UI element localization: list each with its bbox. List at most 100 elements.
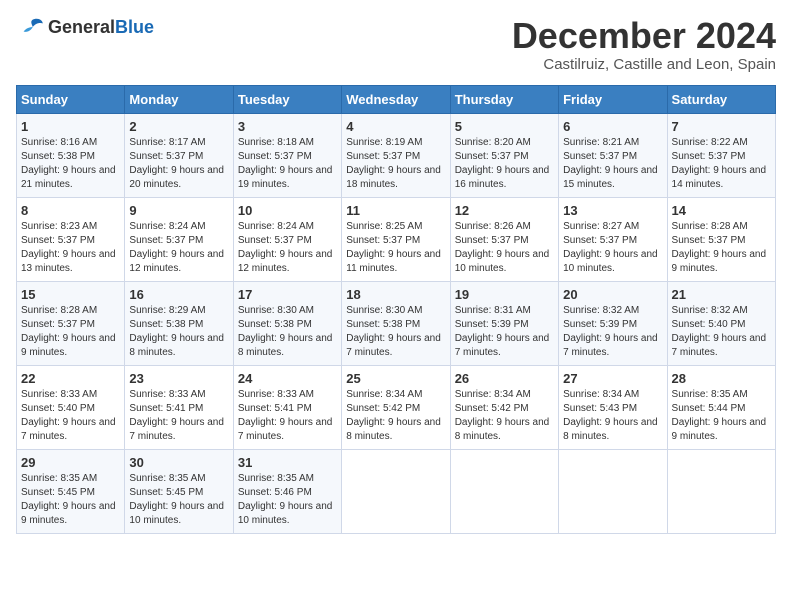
day-number: 30 <box>129 455 228 470</box>
day-info: Sunrise: 8:21 AMSunset: 5:37 PMDaylight:… <box>563 136 662 192</box>
day-cell: 8Sunrise: 8:23 AMSunset: 5:37 PMDaylight… <box>17 197 125 281</box>
day-cell <box>342 449 450 533</box>
day-number: 4 <box>346 119 445 134</box>
day-info: Sunrise: 8:28 AMSunset: 5:37 PMDaylight:… <box>672 220 771 276</box>
day-number: 13 <box>563 203 662 218</box>
day-number: 17 <box>238 287 337 302</box>
day-cell: 10 Sunrise: 8:24 AMSunset: 5:37 PMDayligh… <box>233 197 341 281</box>
day-number: 23 <box>129 371 228 386</box>
logo: GeneralBlue <box>16 16 154 38</box>
day-cell: 16 Sunrise: 8:29 AMSunset: 5:38 PMDayligh… <box>125 281 233 365</box>
day-number: 15 <box>21 287 120 302</box>
day-number: 12 <box>455 203 554 218</box>
day-cell: 4Sunrise: 8:19 AMSunset: 5:37 PMDaylight… <box>342 113 450 197</box>
day-number: 16 <box>129 287 228 302</box>
day-cell: 2 Sunrise: 8:17 AMSunset: 5:37 PMDaylight… <box>125 113 233 197</box>
day-cell: 29 Sunrise: 8:35 AMSunset: 5:45 PMDayligh… <box>17 449 125 533</box>
day-cell: 3 Sunrise: 8:18 AMSunset: 5:37 PMDaylight… <box>233 113 341 197</box>
day-cell <box>559 449 667 533</box>
day-info: Sunrise: 8:29 AMSunset: 5:38 PMDaylight:… <box>129 304 228 360</box>
day-cell: 19 Sunrise: 8:31 AMSunset: 5:39 PMDayligh… <box>450 281 558 365</box>
day-cell: 15 Sunrise: 8:28 AMSunset: 5:37 PMDayligh… <box>17 281 125 365</box>
day-cell: 17 Sunrise: 8:30 AMSunset: 5:38 PMDayligh… <box>233 281 341 365</box>
day-number: 5 <box>455 119 554 134</box>
day-number: 6 <box>563 119 662 134</box>
month-title: December 2024 <box>512 16 776 56</box>
day-number: 28 <box>672 371 771 386</box>
day-info: Sunrise: 8:25 AMSunset: 5:37 PMDaylight:… <box>346 220 445 276</box>
day-info: Sunrise: 8:35 AMSunset: 5:45 PMDaylight:… <box>21 472 120 528</box>
day-number: 10 <box>238 203 337 218</box>
day-number: 20 <box>563 287 662 302</box>
day-number: 14 <box>672 203 771 218</box>
day-info: Sunrise: 8:31 AMSunset: 5:39 PMDaylight:… <box>455 304 554 360</box>
day-info: Sunrise: 8:34 AMSunset: 5:42 PMDaylight:… <box>455 388 554 444</box>
week-row-3: 15 Sunrise: 8:28 AMSunset: 5:37 PMDayligh… <box>17 281 776 365</box>
day-info: Sunrise: 8:35 AMSunset: 5:46 PMDaylight:… <box>238 472 337 528</box>
day-number: 1 <box>21 119 120 134</box>
day-number: 2 <box>129 119 228 134</box>
col-header-tuesday: Tuesday <box>233 85 341 113</box>
day-info: Sunrise: 8:26 AMSunset: 5:37 PMDaylight:… <box>455 220 554 276</box>
day-cell <box>450 449 558 533</box>
day-cell: 30Sunrise: 8:35 AMSunset: 5:45 PMDayligh… <box>125 449 233 533</box>
location-title: Castilruiz, Castille and Leon, Spain <box>512 56 776 73</box>
day-cell: 14 Sunrise: 8:28 AMSunset: 5:37 PMDayligh… <box>667 197 775 281</box>
logo-bird-icon <box>16 16 44 38</box>
day-info: Sunrise: 8:32 AMSunset: 5:40 PMDaylight:… <box>672 304 771 360</box>
day-cell: 25Sunrise: 8:34 AMSunset: 5:42 PMDayligh… <box>342 365 450 449</box>
day-number: 21 <box>672 287 771 302</box>
day-number: 27 <box>563 371 662 386</box>
day-number: 29 <box>21 455 120 470</box>
calendar-table: SundayMondayTuesdayWednesdayThursdayFrid… <box>16 85 776 534</box>
day-info: Sunrise: 8:28 AMSunset: 5:37 PMDaylight:… <box>21 304 120 360</box>
day-cell: 11Sunrise: 8:25 AMSunset: 5:37 PMDayligh… <box>342 197 450 281</box>
col-header-saturday: Saturday <box>667 85 775 113</box>
logo-blue: Blue <box>115 17 154 37</box>
day-cell: 1Sunrise: 8:16 AMSunset: 5:38 PMDaylight… <box>17 113 125 197</box>
col-header-monday: Monday <box>125 85 233 113</box>
day-cell: 9 Sunrise: 8:24 AMSunset: 5:37 PMDaylight… <box>125 197 233 281</box>
day-cell: 20Sunrise: 8:32 AMSunset: 5:39 PMDayligh… <box>559 281 667 365</box>
day-info: Sunrise: 8:30 AMSunset: 5:38 PMDaylight:… <box>346 304 445 360</box>
col-header-friday: Friday <box>559 85 667 113</box>
day-info: Sunrise: 8:24 AMSunset: 5:37 PMDaylight:… <box>238 220 337 276</box>
day-cell: 24Sunrise: 8:33 AMSunset: 5:41 PMDayligh… <box>233 365 341 449</box>
day-number: 24 <box>238 371 337 386</box>
day-info: Sunrise: 8:24 AMSunset: 5:37 PMDaylight:… <box>129 220 228 276</box>
day-info: Sunrise: 8:33 AMSunset: 5:40 PMDaylight:… <box>21 388 120 444</box>
logo-general: General <box>48 17 115 37</box>
day-number: 25 <box>346 371 445 386</box>
title-area: December 2024 Castilruiz, Castille and L… <box>512 16 776 73</box>
day-cell: 22Sunrise: 8:33 AMSunset: 5:40 PMDayligh… <box>17 365 125 449</box>
day-number: 26 <box>455 371 554 386</box>
day-number: 31 <box>238 455 337 470</box>
day-info: Sunrise: 8:18 AMSunset: 5:37 PMDaylight:… <box>238 136 337 192</box>
week-row-1: 1Sunrise: 8:16 AMSunset: 5:38 PMDaylight… <box>17 113 776 197</box>
header-row: SundayMondayTuesdayWednesdayThursdayFrid… <box>17 85 776 113</box>
day-info: Sunrise: 8:17 AMSunset: 5:37 PMDaylight:… <box>129 136 228 192</box>
day-cell <box>667 449 775 533</box>
week-row-5: 29 Sunrise: 8:35 AMSunset: 5:45 PMDayligh… <box>17 449 776 533</box>
week-row-2: 8Sunrise: 8:23 AMSunset: 5:37 PMDaylight… <box>17 197 776 281</box>
day-info: Sunrise: 8:33 AMSunset: 5:41 PMDaylight:… <box>129 388 228 444</box>
day-cell: 18 Sunrise: 8:30 AMSunset: 5:38 PMDayligh… <box>342 281 450 365</box>
day-info: Sunrise: 8:35 AMSunset: 5:44 PMDaylight:… <box>672 388 771 444</box>
day-cell: 6 Sunrise: 8:21 AMSunset: 5:37 PMDaylight… <box>559 113 667 197</box>
day-number: 7 <box>672 119 771 134</box>
day-number: 3 <box>238 119 337 134</box>
day-cell: 26 Sunrise: 8:34 AMSunset: 5:42 PMDayligh… <box>450 365 558 449</box>
day-cell: 13 Sunrise: 8:27 AMSunset: 5:37 PMDayligh… <box>559 197 667 281</box>
day-info: Sunrise: 8:30 AMSunset: 5:38 PMDaylight:… <box>238 304 337 360</box>
day-number: 9 <box>129 203 228 218</box>
day-cell: 5 Sunrise: 8:20 AMSunset: 5:37 PMDaylight… <box>450 113 558 197</box>
col-header-thursday: Thursday <box>450 85 558 113</box>
week-row-4: 22Sunrise: 8:33 AMSunset: 5:40 PMDayligh… <box>17 365 776 449</box>
day-number: 18 <box>346 287 445 302</box>
day-number: 19 <box>455 287 554 302</box>
day-cell: 12 Sunrise: 8:26 AMSunset: 5:37 PMDayligh… <box>450 197 558 281</box>
header: GeneralBlue December 2024 Castilruiz, Ca… <box>16 16 776 73</box>
day-info: Sunrise: 8:20 AMSunset: 5:37 PMDaylight:… <box>455 136 554 192</box>
day-info: Sunrise: 8:27 AMSunset: 5:37 PMDaylight:… <box>563 220 662 276</box>
col-header-sunday: Sunday <box>17 85 125 113</box>
